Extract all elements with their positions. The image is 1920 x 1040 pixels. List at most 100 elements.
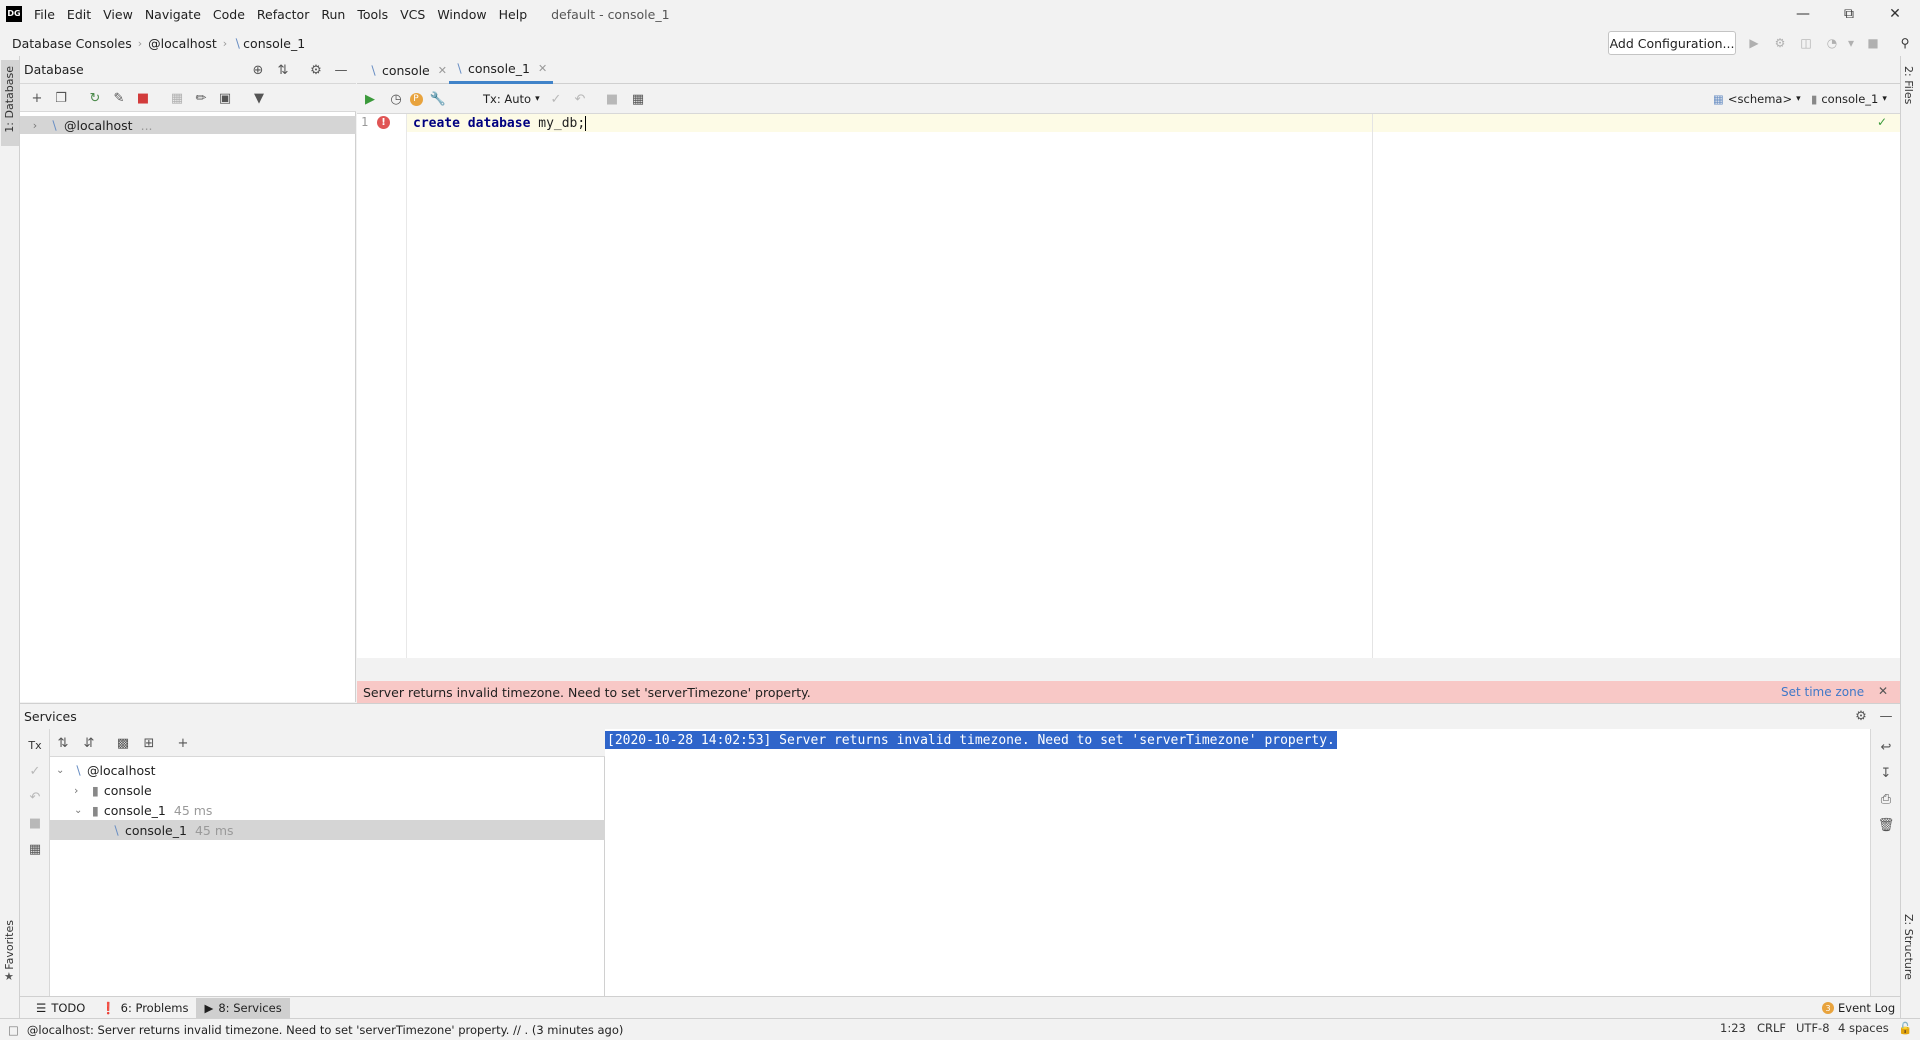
layout-icon[interactable]: ▦: [26, 840, 44, 858]
minimize-button[interactable]: —: [1780, 0, 1826, 28]
todo-tool-button[interactable]: ☰ TODO: [28, 998, 93, 1018]
search-icon[interactable]: ⚲: [1896, 34, 1914, 52]
line-separator[interactable]: CRLF: [1757, 1021, 1786, 1035]
code-line[interactable]: create database my_db;: [413, 114, 587, 132]
chevron-down-icon[interactable]: ⌄: [56, 765, 68, 776]
expand-all-icon[interactable]: ⇅: [54, 734, 72, 752]
files-tool-window-button[interactable]: 2: Files: [1902, 66, 1918, 126]
editor-horizontal-scrollbar[interactable]: [357, 658, 1900, 681]
status-message[interactable]: @localhost: Server returns invalid timez…: [27, 1023, 624, 1037]
menu-code[interactable]: Code: [207, 7, 251, 22]
rollback-icon[interactable]: ↶: [26, 788, 44, 806]
file-encoding[interactable]: UTF-8: [1796, 1021, 1830, 1035]
hide-icon[interactable]: —: [1877, 707, 1895, 725]
output-line[interactable]: [2020-10-28 14:02:53] Server returns inv…: [605, 731, 1337, 749]
gear-icon[interactable]: ⚙: [1852, 707, 1870, 725]
stop-icon[interactable]: ■: [1864, 34, 1882, 52]
breadcrumb-localhost[interactable]: @localhost: [142, 36, 223, 51]
menu-navigate[interactable]: Navigate: [139, 7, 207, 22]
filter-icon[interactable]: ▼: [250, 89, 268, 107]
chevron-right-icon[interactable]: ›: [26, 119, 44, 132]
chevron-down-icon[interactable]: ▾: [1842, 34, 1860, 52]
edit-icon[interactable]: ✏: [192, 89, 210, 107]
rollback-icon[interactable]: ↶: [571, 90, 589, 108]
gear-icon[interactable]: ⚙: [307, 61, 325, 79]
scroll-to-end-icon[interactable]: ↧: [1877, 764, 1895, 782]
menu-edit[interactable]: Edit: [61, 7, 97, 22]
close-icon[interactable]: ✕: [1878, 684, 1888, 698]
stop-icon[interactable]: ■: [134, 89, 152, 107]
schema-selector[interactable]: ▦ <schema> ▾: [1713, 92, 1801, 106]
tree-row-console[interactable]: › ▮ console: [50, 780, 605, 800]
properties-icon[interactable]: ✎: [110, 89, 128, 107]
settings-wrench-icon[interactable]: 🔧: [429, 90, 447, 108]
sql-editor[interactable]: 1 ! create database my_db; ✓: [357, 114, 1900, 658]
collapse-all-icon[interactable]: ⇅: [274, 61, 292, 79]
breadcrumb-database-consoles[interactable]: Database Consoles: [0, 36, 138, 51]
problems-tool-button[interactable]: ❗ 6: Problems: [93, 998, 196, 1018]
debug-icon[interactable]: ⚙: [1771, 34, 1789, 52]
favorites-tool-window-button[interactable]: Favorites ★: [1, 920, 19, 996]
coverage-icon[interactable]: ◫: [1797, 34, 1815, 52]
execute-icon[interactable]: ▶: [361, 90, 379, 108]
parameters-icon[interactable]: P: [407, 90, 425, 108]
close-icon[interactable]: ✕: [538, 62, 547, 75]
close-window-button[interactable]: ✕: [1872, 0, 1918, 28]
add-configuration-button[interactable]: Add Configuration...: [1608, 31, 1736, 55]
commit-icon[interactable]: ✓: [26, 762, 44, 780]
group-by-icon[interactable]: ▩: [114, 734, 132, 752]
history-icon[interactable]: ◷: [387, 90, 405, 108]
refresh-icon[interactable]: ↻: [86, 89, 104, 107]
table-icon[interactable]: ▦: [168, 89, 186, 107]
indent-setting[interactable]: 4 spaces: [1838, 1021, 1889, 1035]
menu-refactor[interactable]: Refactor: [251, 7, 315, 22]
tree-row-console-1-session[interactable]: ⌄ ▮ console_1 45 ms: [50, 800, 605, 820]
menu-window[interactable]: Window: [431, 7, 492, 22]
database-tool-window-button[interactable]: 1: Database: [1, 60, 19, 146]
tab-console[interactable]: ∖ console ✕: [363, 56, 453, 84]
menu-run[interactable]: Run: [315, 7, 351, 22]
trash-icon[interactable]: 🗑: [1877, 816, 1895, 834]
tx-label[interactable]: Tx: [26, 736, 44, 754]
caret-position[interactable]: 1:23: [1720, 1021, 1746, 1035]
event-log-button[interactable]: 3 Event Log: [1822, 999, 1895, 1017]
menu-help[interactable]: Help: [493, 7, 534, 22]
hide-icon[interactable]: —: [332, 61, 350, 79]
lock-icon[interactable]: 🔓: [1898, 1021, 1912, 1035]
restore-button[interactable]: ⧉: [1826, 0, 1872, 28]
menu-tools[interactable]: Tools: [351, 7, 394, 22]
result-layout-icon[interactable]: ▦: [629, 90, 647, 108]
structure-tool-window-button[interactable]: Z: Structure: [1902, 914, 1918, 994]
profile-icon[interactable]: ◔: [1823, 34, 1841, 52]
menu-file[interactable]: File: [28, 7, 61, 22]
add-icon[interactable]: +: [174, 734, 192, 752]
tree-row-localhost[interactable]: ⌄ ∖ @localhost: [50, 760, 605, 780]
soft-wrap-icon[interactable]: ↩: [1877, 738, 1895, 756]
services-output-console[interactable]: [2020-10-28 14:02:53] Server returns inv…: [605, 729, 1870, 996]
stop-icon[interactable]: ■: [26, 814, 44, 832]
chevron-right-icon[interactable]: ›: [74, 784, 86, 797]
print-icon[interactable]: ⎙: [1877, 790, 1895, 808]
menu-vcs[interactable]: VCS: [394, 7, 431, 22]
chevron-down-icon[interactable]: ⌄: [74, 805, 86, 816]
add-icon[interactable]: +: [28, 89, 46, 107]
copy-icon[interactable]: ❐: [52, 89, 70, 107]
tx-mode-dropdown[interactable]: Tx: Auto ▾: [483, 92, 540, 106]
services-tool-button[interactable]: ▶ 8: Services: [196, 997, 290, 1018]
sql-console-icon[interactable]: ▣: [216, 89, 234, 107]
error-icon[interactable]: !: [377, 116, 390, 129]
locate-icon[interactable]: ⊕: [249, 61, 267, 79]
session-selector[interactable]: ▮ console_1 ▾: [1811, 92, 1887, 106]
run-icon[interactable]: ▶: [1745, 34, 1763, 52]
breadcrumb-console-1[interactable]: console_1: [243, 36, 311, 51]
commit-icon[interactable]: ✓: [547, 90, 565, 108]
tab-console-1[interactable]: ∖ console_1 ✕: [449, 56, 554, 84]
tree-row-localhost[interactable]: › ∖ @localhost ...: [20, 116, 356, 134]
tree-row-console-1-console[interactable]: ∖ console_1 45 ms: [50, 820, 605, 840]
open-in-new-tab-icon[interactable]: ⊞: [140, 734, 158, 752]
menu-view[interactable]: View: [97, 7, 139, 22]
cancel-icon[interactable]: ■: [603, 90, 621, 108]
close-icon[interactable]: ✕: [438, 64, 447, 77]
collapse-all-icon[interactable]: ⇵: [80, 734, 98, 752]
status-toggle-icon[interactable]: □: [8, 1023, 19, 1037]
